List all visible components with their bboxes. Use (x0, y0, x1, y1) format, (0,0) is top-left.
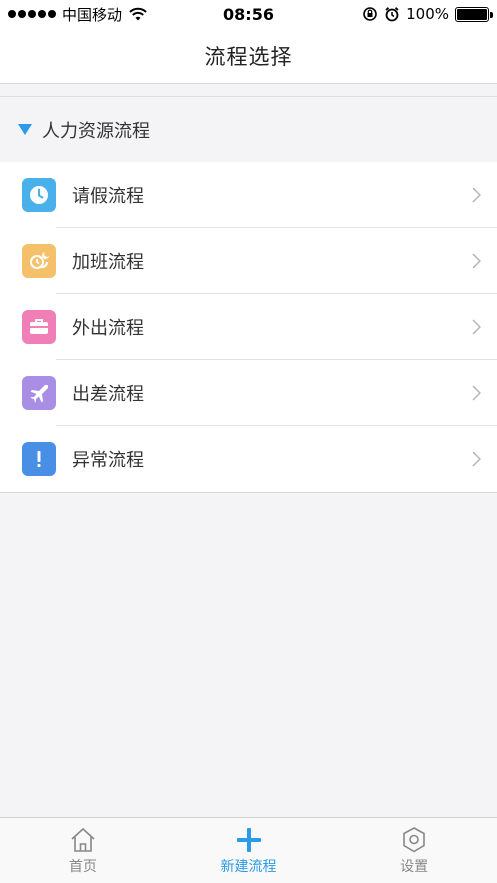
list-item-outing[interactable]: 外出流程 (0, 294, 497, 360)
tab-bar: 首页 新建流程 设置 (0, 817, 497, 883)
list-item-label: 加班流程 (72, 252, 144, 273)
chevron-right-icon (472, 451, 481, 467)
briefcase-icon (22, 310, 56, 344)
tab-label: 新建流程 (220, 858, 277, 875)
tab-settings[interactable]: 设置 (331, 818, 497, 883)
settings-icon (403, 826, 425, 852)
status-right: 100% (362, 5, 493, 23)
orientation-lock-icon (363, 7, 377, 21)
home-icon (71, 827, 95, 852)
alarm-icon (385, 7, 399, 22)
exclamation-icon (22, 442, 56, 476)
list-item-label: 出差流程 (72, 384, 144, 405)
chevron-right-icon (472, 319, 481, 335)
list-item-label: 请假流程 (72, 186, 144, 207)
status-left: 中国移动 (8, 4, 148, 25)
chevron-right-icon (472, 385, 481, 401)
chevron-right-icon (472, 253, 481, 269)
tab-home[interactable]: 首页 (0, 818, 166, 883)
status-bar: 中国移动 08:56 100% (0, 0, 497, 28)
list-item-exception[interactable]: 异常流程 (0, 426, 497, 492)
section-header-hr[interactable]: 人力资源流程 (0, 96, 497, 162)
section-title: 人力资源流程 (42, 120, 150, 142)
list-item-label: 异常流程 (72, 450, 144, 471)
navigation-bar: 流程选择 (0, 28, 497, 84)
list-item-business-trip[interactable]: 出差流程 (0, 360, 497, 426)
carrier-label: 中国移动 (62, 5, 123, 24)
app-screen: 中国移动 08:56 100% 流程选择 人力资源流程 请假流程 加班流程 外出… (0, 0, 497, 883)
plus-icon (236, 827, 261, 852)
battery-percent: 100% (406, 5, 449, 23)
tab-new-process[interactable]: 新建流程 (166, 818, 332, 883)
battery-fill (457, 8, 487, 20)
airplane-icon (22, 376, 56, 410)
signal-strength-icon (8, 10, 56, 18)
chevron-right-icon (472, 187, 481, 203)
list-item-label: 外出流程 (72, 318, 144, 339)
list-item-leave[interactable]: 请假流程 (0, 162, 497, 228)
clock-icon (22, 178, 56, 212)
tab-label: 首页 (68, 858, 97, 875)
page-title: 流程选择 (204, 44, 293, 69)
overtime-icon (22, 244, 56, 278)
list-item-overtime[interactable]: 加班流程 (0, 228, 497, 294)
wifi-icon (129, 7, 147, 21)
tab-label: 设置 (400, 858, 429, 875)
battery-icon (455, 6, 493, 22)
process-list: 请假流程 加班流程 外出流程 出差流程 异常流程 (0, 162, 497, 493)
triangle-down-icon (18, 124, 32, 135)
